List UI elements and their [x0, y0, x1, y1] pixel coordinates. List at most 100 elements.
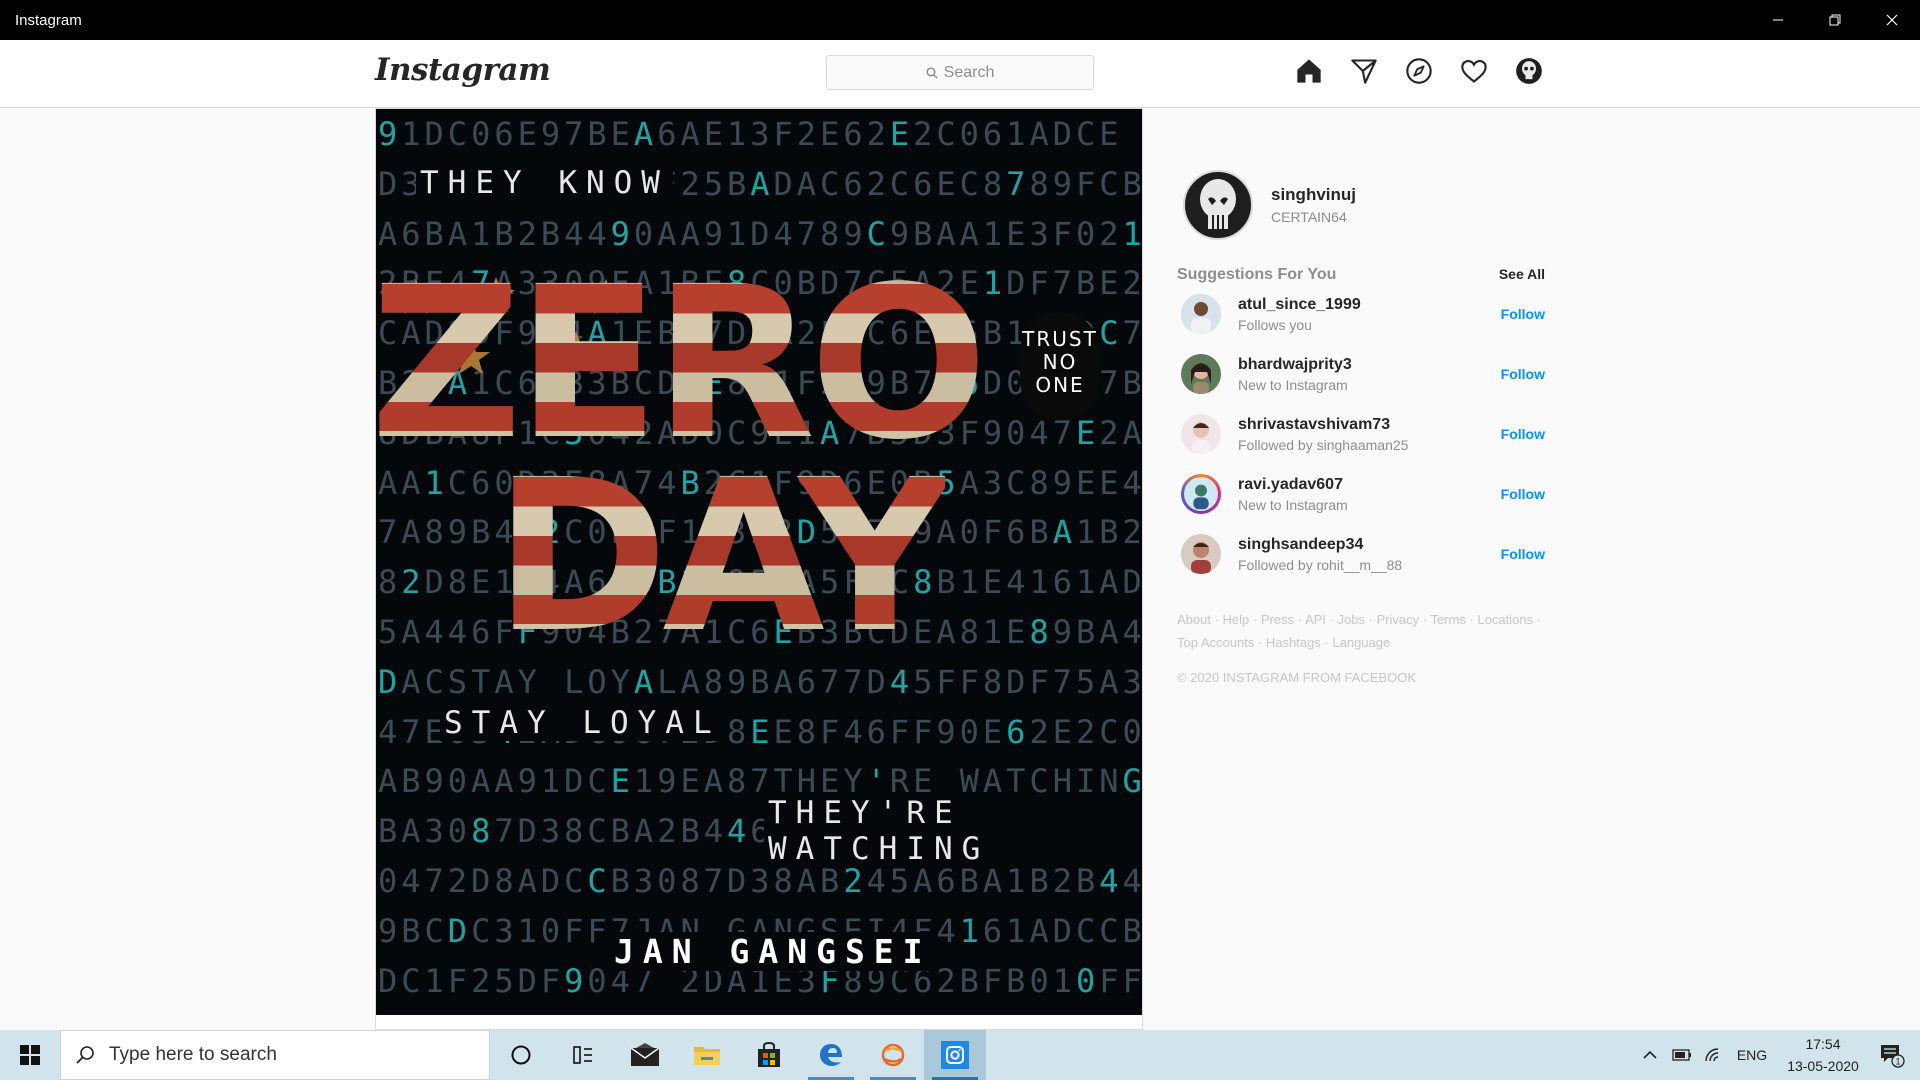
- hex-char: E: [1006, 613, 1030, 651]
- footer-link[interactable]: Language: [1332, 635, 1390, 650]
- hex-char: C: [587, 812, 611, 851]
- edge-icon: [820, 1044, 842, 1066]
- hex-char: 4: [378, 712, 402, 751]
- show-hidden-icons-button[interactable]: [1634, 1030, 1666, 1080]
- restore-icon: [1829, 14, 1840, 26]
- hex-char: A: [633, 115, 658, 153]
- profile-button[interactable]: [1514, 56, 1544, 86]
- hex-char: E: [1052, 712, 1076, 751]
- suggestion-username[interactable]: bhardwajprity3: [1238, 356, 1501, 374]
- hex-char: 1: [1075, 563, 1100, 602]
- avatar[interactable]: [1181, 414, 1221, 454]
- avatar[interactable]: [1181, 294, 1221, 334]
- post-image[interactable]: 91DC06E97BEA6AE13F2E62E2C061ADCED3THEY K…: [376, 109, 1142, 1015]
- hex-char: E: [1075, 413, 1100, 452]
- follow-button[interactable]: Follow: [1501, 546, 1545, 562]
- follow-button[interactable]: Follow: [1501, 306, 1545, 322]
- app-icon: [881, 1043, 905, 1067]
- footer-link[interactable]: Help: [1223, 612, 1250, 627]
- follow-button[interactable]: Follow: [1501, 366, 1545, 382]
- avatar[interactable]: [1183, 170, 1253, 240]
- suggestion-username[interactable]: atul_since_1999: [1238, 296, 1501, 314]
- hex-char: 2: [796, 115, 821, 153]
- instagram-logo[interactable]: Instagram: [375, 52, 551, 88]
- start-button[interactable]: [0, 1030, 60, 1080]
- hex-char: 8: [564, 812, 588, 851]
- cortana-button[interactable]: [490, 1030, 552, 1080]
- hex-char: 0: [959, 513, 983, 552]
- hex-char: B: [1075, 264, 1100, 303]
- footer-links: About · Help · Press · API · Jobs · Priv…: [1177, 608, 1545, 654]
- store-button[interactable]: [738, 1030, 800, 1080]
- file-explorer-button[interactable]: [676, 1030, 738, 1080]
- hex-char: 0: [1075, 214, 1100, 253]
- hex-char: C: [936, 115, 960, 153]
- see-all-link[interactable]: See All: [1499, 266, 1545, 284]
- avatar[interactable]: [1181, 354, 1221, 394]
- hex-char: B: [401, 762, 425, 801]
- my-username[interactable]: singhvinuj: [1271, 185, 1356, 205]
- footer-link[interactable]: Jobs: [1337, 612, 1364, 627]
- footer-link[interactable]: Locations: [1477, 612, 1533, 627]
- footer-link[interactable]: Press: [1261, 612, 1294, 627]
- suggestion-username[interactable]: singhsandeep34: [1238, 536, 1501, 554]
- hex-char: D: [982, 364, 1007, 402]
- app-button[interactable]: [862, 1030, 924, 1080]
- direct-button[interactable]: [1349, 56, 1379, 86]
- home-button[interactable]: [1294, 56, 1324, 86]
- chevron-up-icon: [1643, 1050, 1657, 1059]
- hex-char: 0: [447, 812, 472, 851]
- language-indicator[interactable]: ENG: [1730, 1030, 1774, 1080]
- close-icon: [1886, 14, 1897, 26]
- hex-char: D: [447, 911, 472, 950]
- suggestion-subtitle: New to Instagram: [1238, 496, 1348, 513]
- tagline-middle: STAY LOYAL: [440, 705, 725, 741]
- battery-button[interactable]: [1666, 1030, 1698, 1080]
- network-button[interactable]: [1698, 1030, 1730, 1080]
- sidebar: singhvinuj CERTAIN64 Suggestions For You…: [1177, 170, 1545, 685]
- footer-link[interactable]: Top Accounts: [1177, 635, 1254, 650]
- close-button[interactable]: [1863, 0, 1920, 40]
- taskbar-search[interactable]: Type here to search: [60, 1030, 490, 1080]
- action-center-button[interactable]: 1: [1864, 1030, 1920, 1080]
- hex-char: E: [1099, 115, 1123, 153]
- instagram-taskbar-button[interactable]: [924, 1030, 986, 1080]
- footer-link[interactable]: Privacy: [1377, 612, 1420, 627]
- activity-button[interactable]: [1459, 56, 1489, 86]
- mail-app-button[interactable]: [614, 1030, 676, 1080]
- follow-button[interactable]: Follow: [1501, 426, 1545, 442]
- notification-count: 1: [1895, 1057, 1900, 1067]
- minimize-button[interactable]: [1749, 0, 1806, 40]
- hex-char: 5: [703, 164, 727, 203]
- edge-button[interactable]: [800, 1030, 862, 1080]
- heart-icon: [1461, 60, 1487, 83]
- hex-char: E: [820, 115, 844, 153]
- tagline-lower: THEY'RE WATCHING: [764, 795, 1142, 867]
- follow-button[interactable]: Follow: [1501, 486, 1545, 502]
- battery-icon: [1672, 1049, 1691, 1061]
- hex-char: 9: [936, 712, 960, 751]
- footer-links-line: Top Accounts · Hashtags · Language: [1177, 631, 1545, 654]
- suggestion-username[interactable]: shrivastavshivam73: [1238, 416, 1501, 434]
- hex-row: 91DC06E97BEA6AE13F2E62E2C061ADCE: [378, 115, 1142, 153]
- footer-link[interactable]: Hashtags: [1266, 635, 1321, 650]
- footer-link[interactable]: About: [1177, 612, 1211, 627]
- hex-char: A: [401, 662, 425, 701]
- avatar[interactable]: [1181, 534, 1221, 574]
- hex-char: 6: [494, 115, 518, 153]
- hex-char: 1: [1006, 911, 1030, 950]
- search-box[interactable]: Search: [826, 55, 1094, 90]
- my-fullname: CERTAIN64: [1271, 209, 1347, 225]
- suggestion-username[interactable]: ravi.yadav607: [1238, 476, 1501, 494]
- footer-link[interactable]: Terms: [1430, 612, 1465, 627]
- explore-button[interactable]: [1404, 56, 1434, 86]
- restore-button[interactable]: [1806, 0, 1863, 40]
- hex-char: A: [703, 762, 727, 801]
- current-user[interactable]: singhvinuj CERTAIN64: [1183, 170, 1545, 240]
- clock[interactable]: 17:54 13-05-2020: [1782, 1033, 1864, 1077]
- hex-char: 4: [866, 862, 890, 900]
- footer-link[interactable]: API: [1305, 612, 1326, 627]
- hex-char: A: [401, 812, 425, 851]
- avatar[interactable]: [1181, 474, 1221, 514]
- task-view-button[interactable]: [552, 1030, 614, 1080]
